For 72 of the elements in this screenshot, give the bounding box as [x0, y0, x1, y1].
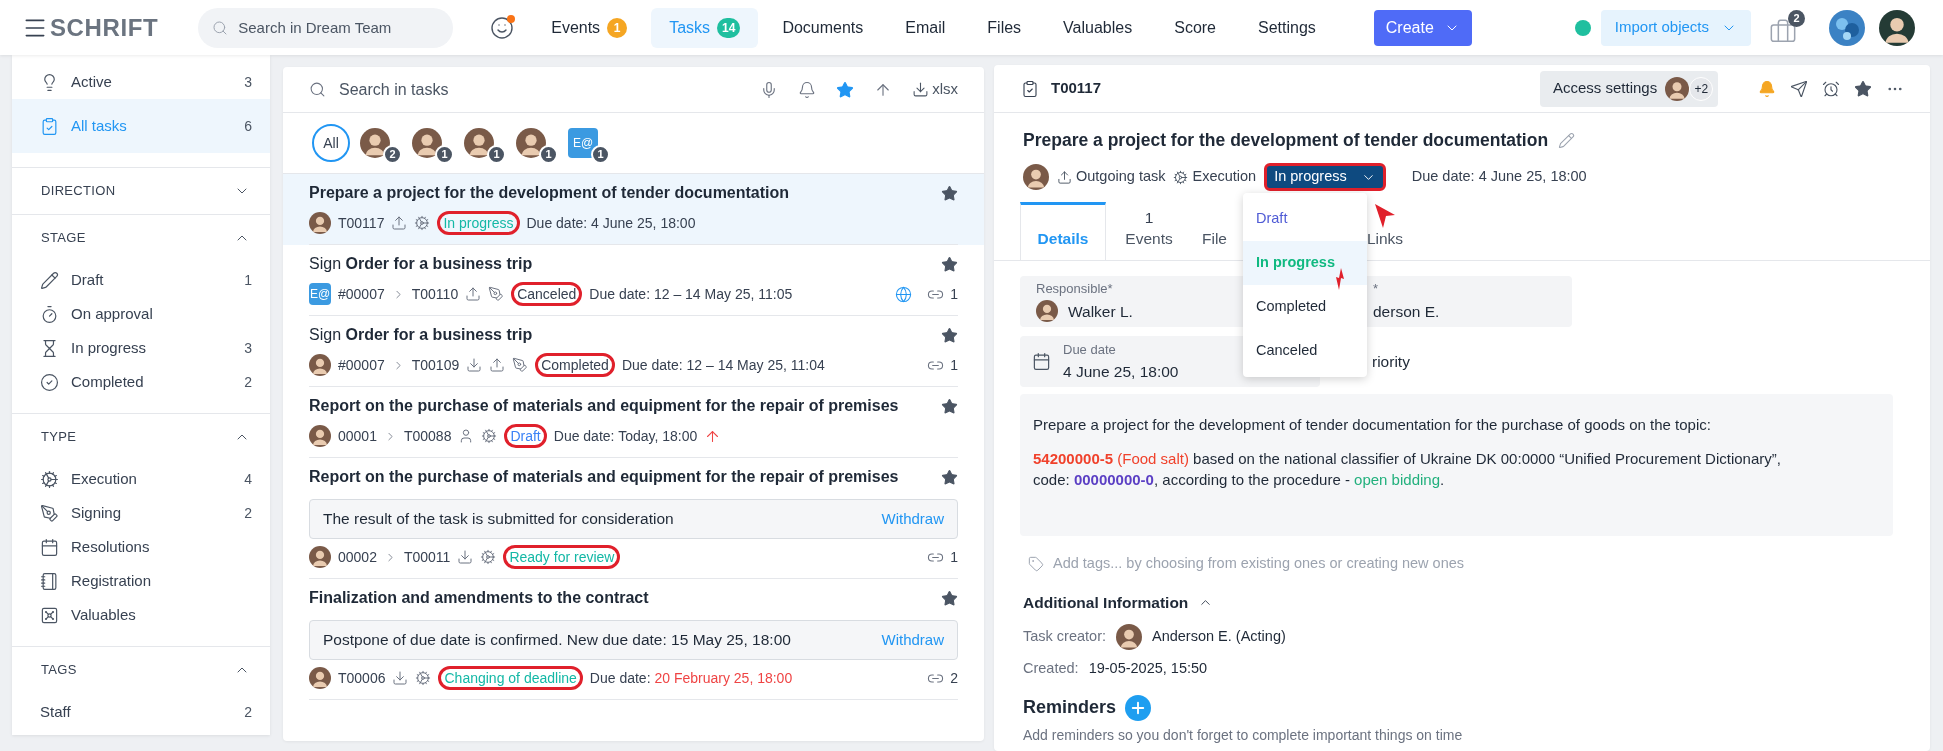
due-date: Due date: 12 – 14 May 25, 11:05	[589, 284, 793, 304]
task-title: Report on the purchase of materials and equipment for the repair of premises	[309, 396, 899, 416]
section-title: Additional Information	[1023, 593, 1189, 613]
field-value: 4 June 25, 18:00	[1063, 361, 1179, 382]
field-label: *	[1373, 280, 1380, 299]
section-title: Reminders	[1023, 696, 1117, 719]
task-id: T00117	[1051, 78, 1102, 99]
task-title: Report on the purchase of materials and equipment for the repair of premises	[309, 467, 899, 487]
task-title: Sign Order for a business trip	[309, 325, 533, 345]
field-label: Due date	[1063, 341, 1117, 360]
item-count: 3	[244, 72, 252, 92]
item-count: 6	[244, 116, 252, 136]
count-badge: 1	[591, 145, 610, 164]
status-label: Completed	[535, 353, 615, 377]
field-value: Anderson E. (Acting)	[1152, 627, 1286, 647]
task-number: 00001	[338, 426, 377, 446]
task-number: T00110	[411, 284, 459, 304]
count-badge: 1	[435, 145, 454, 164]
link-count: 1	[950, 547, 958, 567]
item-count: 2	[244, 503, 252, 523]
status-label: Changing of deadline	[438, 666, 583, 690]
field-label: Task creator:	[1023, 627, 1106, 647]
field-value: riority	[1372, 352, 1410, 373]
status-label: Draft	[504, 424, 547, 448]
task-title: Sign Order for a business trip	[309, 254, 533, 274]
field-value: Walker L.	[1068, 301, 1133, 322]
due-date: Due date: 4 June 25, 18:00	[1411, 167, 1587, 187]
field-value: derson E.	[1373, 301, 1440, 322]
status-label: Canceled	[511, 282, 583, 306]
count-badge: 1	[487, 145, 506, 164]
link-count: 1	[950, 284, 958, 304]
task-number: T00117	[338, 213, 385, 233]
task-number: #00007	[338, 284, 385, 304]
status-label: In progress	[437, 211, 520, 235]
item-count: 1	[244, 270, 252, 290]
task-title: Finalization and amendments to the contract	[309, 588, 649, 608]
field-value: 19-05-2025, 15:50	[1088, 659, 1208, 679]
count-badge: 2	[1788, 9, 1805, 27]
due-date: Due date: Today, 18:00	[553, 426, 698, 446]
count-badge: 1	[607, 17, 628, 38]
task-number: T00011	[403, 547, 451, 567]
message-text: Postpone of due date is confirmed. New due date: 15 May 25, 18:00	[323, 630, 791, 651]
item-count: 4	[244, 469, 252, 489]
link-count: 1	[950, 355, 958, 375]
count-badge: 2	[383, 145, 402, 164]
message-text: The result of the task is submitted for consideration	[323, 509, 674, 530]
description-intro: Prepare a project for the development of tender documentation for the purchase of goods on the topic:	[1033, 415, 1712, 436]
due-date: Due date: 4 June 25, 18:00	[526, 213, 696, 233]
task-number: 00002	[338, 547, 377, 567]
reminders-hint: Add reminders so you don't forget to complete important things on time	[1023, 726, 1464, 745]
link-count: 2	[950, 668, 958, 688]
direction-label: Outgoing task	[1076, 167, 1166, 187]
item-count: 2	[244, 702, 252, 722]
logo: SCHRIFT	[50, 12, 159, 43]
field-label: Created:	[1023, 659, 1079, 679]
task-number: #00007	[338, 355, 385, 375]
task-title: Prepare a project for the development of tender documentation	[1023, 129, 1549, 152]
item-count: 2	[244, 372, 252, 392]
count-badge: 14	[717, 17, 741, 38]
task-number: T00109	[411, 355, 460, 375]
due-date: Due date: 20 February 25, 18:00	[589, 668, 793, 688]
description-text: 54200000-5 (Food salt) based on the national classifier of Ukraine DK 00:0000 “Unified Procurement Dictionary”, code: 00000000-0, according to the procedure - open bidding.	[1033, 448, 1782, 490]
item-count: 3	[244, 338, 252, 358]
field-label: Responsible*	[1036, 280, 1114, 299]
task-number: T00088	[403, 426, 452, 446]
count-badge: 1	[539, 145, 558, 164]
due-date: Due date: 12 – 14 May 25, 11:04	[621, 355, 825, 375]
task-number: T00006	[338, 668, 386, 688]
task-title: Prepare a project for the development of tender documentation	[309, 183, 790, 203]
type-label: Execution	[1192, 167, 1257, 187]
email-avatar: E@	[309, 283, 331, 305]
status-label: Ready for review	[503, 545, 621, 569]
